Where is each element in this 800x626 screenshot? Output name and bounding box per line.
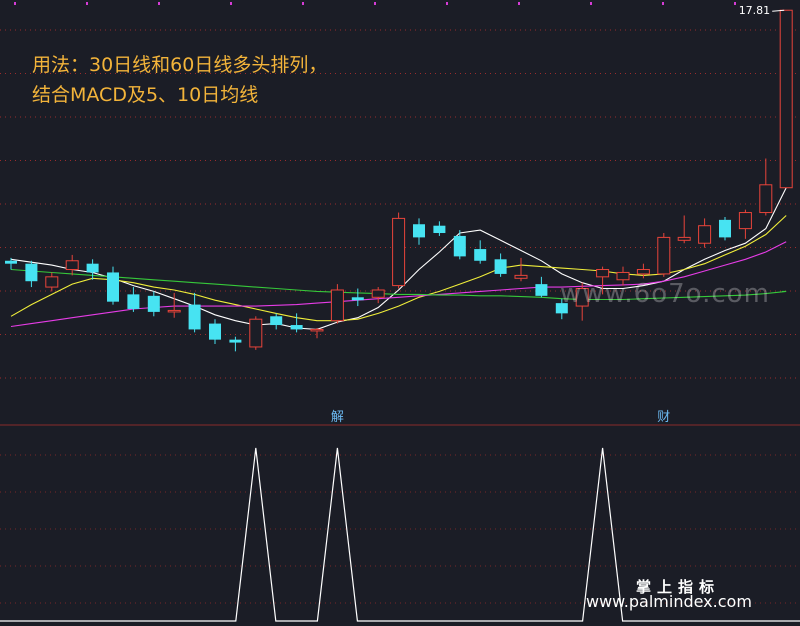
top-tick-mark	[158, 2, 160, 5]
candle-body-down	[494, 259, 507, 274]
candle-body-up	[371, 289, 385, 298]
candle-body-down	[433, 225, 446, 234]
chart-stage: 17.81 解 财 用法：30日线和60日线多头排列， 结合MACD及5、10日均线…	[0, 0, 800, 626]
candle-body-down	[127, 294, 140, 309]
event-marker: 解	[331, 410, 344, 425]
top-tick-mark	[590, 2, 592, 5]
site-url-watermark: www.palmindex.com	[586, 592, 752, 611]
candle-body-up	[167, 309, 181, 313]
candle-body-up	[45, 276, 59, 288]
top-tick-mark	[230, 2, 232, 5]
candle-body-down	[270, 316, 283, 326]
candle-body-down	[290, 325, 303, 330]
candle-body-up	[596, 269, 610, 278]
candle-body-up	[677, 236, 691, 241]
candle-body-up	[738, 212, 752, 230]
top-tick-mark	[374, 2, 376, 5]
candle-body-down	[453, 235, 466, 257]
candle-body-down	[86, 263, 99, 273]
candle-body-down	[107, 272, 119, 302]
candle-body-up	[698, 225, 712, 244]
candle-body-down	[188, 304, 201, 330]
candle-body-up	[779, 9, 793, 189]
candle-body-down	[229, 339, 242, 343]
candle-body-up	[392, 217, 406, 287]
faint-watermark: www.6o7o.com	[560, 279, 770, 309]
event-marker: 财	[657, 410, 670, 425]
candle-body-up	[636, 269, 650, 275]
caption-line-1: 用法：30日线和60日线多头排列，	[32, 54, 328, 76]
candle-body-up	[514, 274, 528, 279]
top-tick-mark	[446, 2, 448, 5]
candle-body-up	[759, 184, 773, 214]
candle-body-down	[25, 263, 38, 282]
candle-body-up	[249, 318, 263, 348]
caption-line-2: 结合MACD及5、10日均线	[32, 84, 259, 106]
candle-body-down	[209, 323, 221, 340]
top-tick-mark	[734, 2, 736, 5]
candle-body-up	[330, 289, 344, 322]
candle-body-down	[535, 284, 548, 296]
price-max-label: 17.81	[739, 4, 771, 17]
candle-body-up	[657, 236, 671, 275]
top-tick-mark	[302, 2, 304, 5]
candle-body-up	[65, 260, 79, 271]
top-tick-mark	[14, 2, 16, 5]
top-tick-mark	[86, 2, 88, 5]
candle-body-down	[719, 219, 731, 238]
candle-body-down	[147, 295, 160, 312]
candle-body-up	[310, 328, 324, 332]
top-tick-mark	[662, 2, 664, 5]
candle-body-down	[474, 249, 487, 261]
top-tick-mark	[518, 2, 520, 5]
candle-body-down	[351, 297, 364, 301]
candle-body-down	[413, 224, 425, 238]
candle-body-down	[5, 260, 17, 264]
